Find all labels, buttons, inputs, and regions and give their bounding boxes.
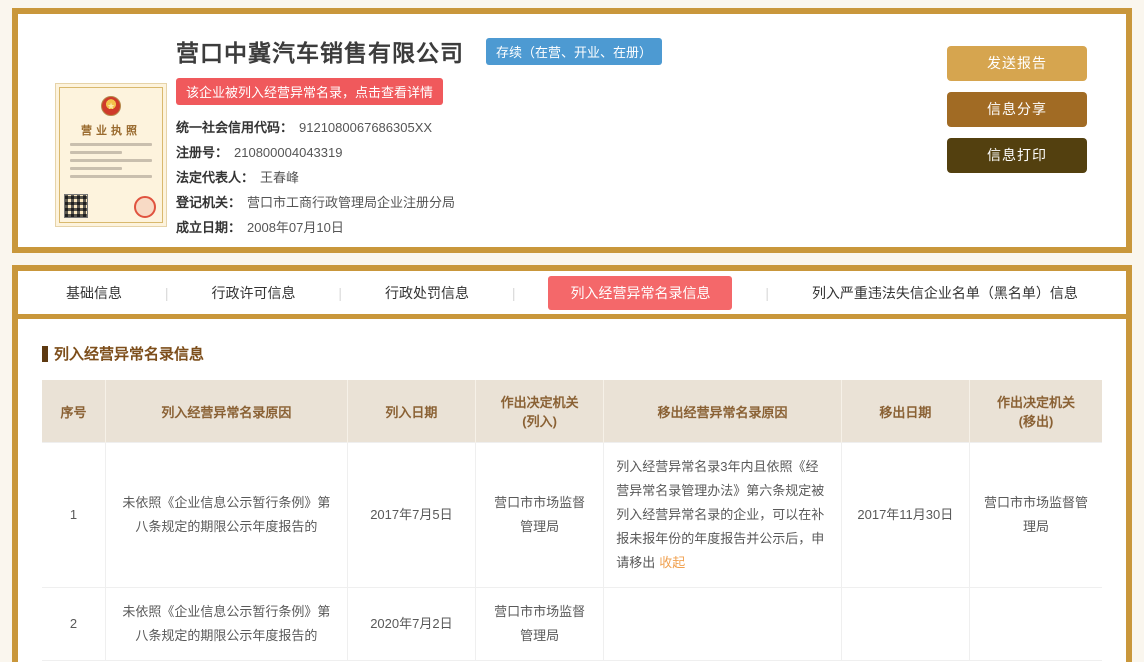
cell-authority-out xyxy=(969,588,1102,661)
cell-seq: 2 xyxy=(42,588,106,661)
tab-separator: | xyxy=(338,285,342,301)
cell-authority-in: 营口市市场监督管理局 xyxy=(476,588,604,661)
cell-authority-in: 营口市市场监督管理局 xyxy=(476,443,604,588)
section-marker-icon xyxy=(42,346,48,362)
cell-reason-in: 未依照《企业信息公示暂行条例》第八条规定的期限公示年度报告的 xyxy=(106,443,348,588)
tab-administrative-license[interactable]: 行政许可信息 xyxy=(201,276,305,310)
detail-legal-representative: 法定代表人：王春峰 xyxy=(176,165,896,190)
col-reason-out: 移出经营异常名录原因 xyxy=(604,380,841,443)
cell-date-out xyxy=(841,588,969,661)
tab-separator: | xyxy=(165,285,169,301)
table-header-row: 序号 列入经营异常名录原因 列入日期 作出决定机关 (列入) 移出经营异常名录原… xyxy=(42,380,1102,443)
tab-separator: | xyxy=(765,285,769,301)
company-name: 营口中冀汽车销售有限公司 xyxy=(176,34,464,68)
license-text-line xyxy=(70,175,152,178)
tab-administrative-penalty[interactable]: 行政处罚信息 xyxy=(375,276,479,310)
share-info-button[interactable]: 信息分享 xyxy=(947,92,1087,127)
send-report-button[interactable]: 发送报告 xyxy=(947,46,1087,81)
col-date-in: 列入日期 xyxy=(347,380,475,443)
cell-authority-out: 营口市市场监督管理局 xyxy=(969,443,1102,588)
detail-registration-authority: 登记机关：营口市工商行政管理局企业注册分局 xyxy=(176,190,896,215)
license-title: 营业执照 xyxy=(64,122,158,138)
detail-establishment-date: 成立日期：2008年07月10日 xyxy=(176,215,896,240)
cell-reason-out xyxy=(604,588,841,661)
license-text-line xyxy=(70,151,122,154)
cell-date-in: 2020年7月2日 xyxy=(347,588,475,661)
status-badge: 存续（在营、开业、在册） xyxy=(486,38,662,65)
tab-bar: 基础信息 | 行政许可信息 | 行政处罚信息 | 列入经营异常名录信息 | 列入… xyxy=(18,271,1126,319)
business-license-image: ★ 营业执照 xyxy=(55,83,167,227)
cell-date-in: 2017年7月5日 xyxy=(347,443,475,588)
table-row: 1 未依照《企业信息公示暂行条例》第八条规定的期限公示年度报告的 2017年7月… xyxy=(42,443,1102,588)
table-row: 2 未依照《企业信息公示暂行条例》第八条规定的期限公示年度报告的 2020年7月… xyxy=(42,588,1102,661)
col-authority-in: 作出决定机关 (列入) xyxy=(476,380,604,443)
section-title: 列入经营异常名录信息 xyxy=(42,343,1102,364)
col-date-out: 移出日期 xyxy=(841,380,969,443)
abnormal-operation-warning-badge[interactable]: 该企业被列入经营异常名录，点击查看详情 xyxy=(176,78,443,105)
detail-card: 基础信息 | 行政许可信息 | 行政处罚信息 | 列入经营异常名录信息 | 列入… xyxy=(12,265,1132,662)
col-reason-in: 列入经营异常名录原因 xyxy=(106,380,348,443)
action-buttons: 发送报告 信息分享 信息打印 xyxy=(947,46,1087,184)
license-text-line xyxy=(70,167,122,170)
detail-registration-number: 注册号：210800004043319 xyxy=(176,140,896,165)
national-emblem-icon: ★ xyxy=(101,96,121,116)
license-text-line xyxy=(70,159,152,162)
cell-seq: 1 xyxy=(42,443,106,588)
company-card: ★ 营业执照 营口中冀汽车销售有限公司 存续（在营、开业、在册） 该企业被列入经… xyxy=(12,8,1132,253)
print-info-button[interactable]: 信息打印 xyxy=(947,138,1087,173)
col-seq: 序号 xyxy=(42,380,106,443)
col-authority-out: 作出决定机关 (移出) xyxy=(969,380,1102,443)
cell-reason-in: 未依照《企业信息公示暂行条例》第八条规定的期限公示年度报告的 xyxy=(106,588,348,661)
company-details: 统一社会信用代码：9121080067686305XX 注册号：21080000… xyxy=(176,115,896,240)
collapse-link[interactable]: 收起 xyxy=(659,555,685,570)
detail-credit-code: 统一社会信用代码：9121080067686305XX xyxy=(176,115,896,140)
tab-separator: | xyxy=(512,285,516,301)
cell-date-out: 2017年11月30日 xyxy=(841,443,969,588)
license-text-line xyxy=(70,143,152,146)
tab-abnormal-operation-list[interactable]: 列入经营异常名录信息 xyxy=(548,276,732,310)
tab-basic-info[interactable]: 基础信息 xyxy=(56,276,132,310)
cell-reason-out: 列入经营异常名录3年内且依照《经营异常名录管理办法》第六条规定被列入经营异常名录… xyxy=(604,443,841,588)
tab-serious-violation-blacklist[interactable]: 列入严重违法失信企业名单（黑名单）信息 xyxy=(802,276,1088,310)
tab-content: 列入经营异常名录信息 序号 列入经营异常名录原因 列入日期 作出决定机关 (列入… xyxy=(18,319,1126,661)
red-seal-icon xyxy=(134,196,156,218)
qr-code-icon xyxy=(64,194,88,218)
abnormal-operation-table: 序号 列入经营异常名录原因 列入日期 作出决定机关 (列入) 移出经营异常名录原… xyxy=(42,380,1102,661)
